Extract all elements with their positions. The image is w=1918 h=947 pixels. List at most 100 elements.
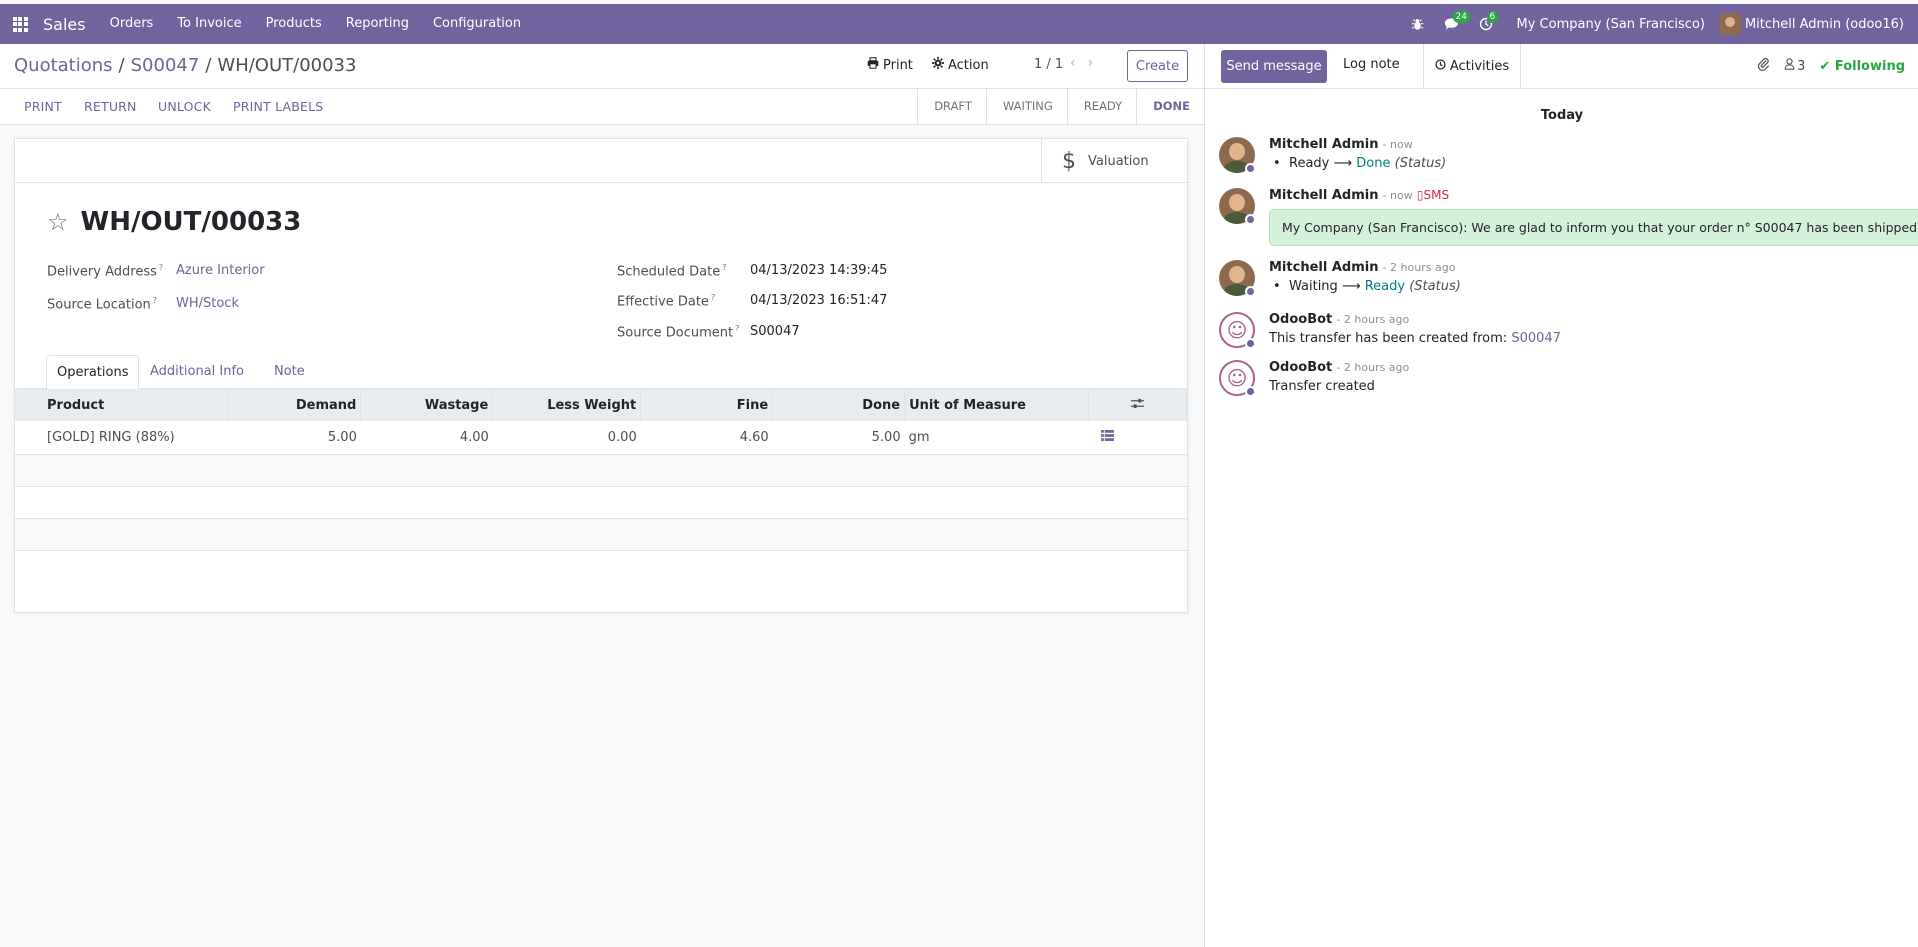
effective-date-label: Effective Date? bbox=[617, 293, 716, 310]
user-avatar bbox=[1718, 13, 1741, 35]
old-value: Ready bbox=[1289, 156, 1330, 171]
status-step-ready[interactable]: READY bbox=[1066, 89, 1137, 124]
delivery-address-value[interactable]: Azure Interior bbox=[176, 263, 265, 278]
delivery-address-field: Delivery Address? Azure Interior bbox=[47, 263, 265, 279]
message-time: - now bbox=[1382, 138, 1413, 151]
activities-label: Activities bbox=[1449, 58, 1510, 74]
source-document-label: Source Document? bbox=[617, 324, 740, 341]
activities-button[interactable]: Activities bbox=[1423, 44, 1521, 88]
cell-done: 5.00 bbox=[772, 421, 905, 455]
notebook-tabs: Operations Additional Info Note bbox=[15, 355, 1187, 390]
debug-bug-icon[interactable] bbox=[1401, 4, 1435, 44]
menu-orders[interactable]: Orders bbox=[98, 4, 166, 44]
print-menu-button[interactable]: Print bbox=[867, 57, 913, 73]
tracking-value: Waiting ⟶ Ready (Status) bbox=[1269, 279, 1461, 294]
column-header-wastage[interactable]: Wastage bbox=[360, 389, 494, 421]
dollar-icon: $ bbox=[1062, 148, 1076, 174]
breadcrumb-quotations[interactable]: Quotations bbox=[14, 55, 113, 76]
unlock-button[interactable]: UNLOCK bbox=[158, 99, 211, 114]
company-switcher[interactable]: My Company (San Francisco) bbox=[1503, 17, 1719, 32]
activities-clock-icon[interactable]: 6 bbox=[1469, 4, 1503, 44]
scheduled-date-value: 04/13/2023 14:39:45 bbox=[750, 263, 888, 278]
mobile-icon: ▯ bbox=[1416, 188, 1424, 202]
status-step-waiting[interactable]: WAITING bbox=[985, 89, 1067, 124]
column-header-fine[interactable]: Fine bbox=[640, 389, 774, 421]
following-label: Following bbox=[1834, 58, 1905, 74]
breadcrumb-sale-order[interactable]: S00047 bbox=[131, 55, 200, 76]
chevron-left-icon[interactable]: ‹ bbox=[1070, 55, 1088, 71]
column-header-unit-of-measure[interactable]: Unit of Measure bbox=[904, 389, 1089, 421]
message-author[interactable]: Mitchell Admin bbox=[1269, 188, 1378, 203]
followers-button[interactable]: 3 bbox=[1784, 58, 1805, 74]
sliders-icon bbox=[1131, 398, 1144, 413]
scheduled-date-field: Scheduled Date? 04/13/2023 14:39:45 bbox=[617, 263, 887, 280]
following-button[interactable]: ✔ Following bbox=[1819, 59, 1905, 74]
cell-wastage: 4.00 bbox=[360, 421, 493, 455]
create-button[interactable]: Create bbox=[1127, 50, 1188, 82]
app-name[interactable]: Sales bbox=[43, 15, 86, 34]
new-value: Ready bbox=[1364, 279, 1406, 294]
tab-additional-info[interactable]: Additional Info bbox=[140, 355, 254, 389]
pager-arrows: ‹› bbox=[1070, 55, 1105, 71]
print-labels-button[interactable]: PRINT LABELS bbox=[233, 99, 323, 114]
message-body: Transfer created bbox=[1269, 379, 1375, 394]
online-status-icon bbox=[1245, 163, 1256, 174]
valuation-label: Valuation bbox=[1088, 153, 1149, 169]
status-step-draft[interactable]: DRAFT bbox=[917, 89, 986, 124]
column-header-done[interactable]: Done bbox=[772, 389, 906, 421]
detailed-operations-button[interactable] bbox=[1088, 421, 1187, 455]
status-step-done[interactable]: DONE bbox=[1136, 89, 1204, 124]
message-author[interactable]: Mitchell Admin bbox=[1269, 260, 1378, 275]
print-label: Print bbox=[883, 57, 913, 73]
sms-message-bubble: My Company (San Francisco): We are glad … bbox=[1269, 209, 1918, 246]
tab-note[interactable]: Note bbox=[264, 355, 315, 389]
action-menu-button[interactable]: Action bbox=[932, 57, 989, 73]
source-document-field: Source Document? S00047 bbox=[617, 324, 800, 341]
chatter-topbar-right: 3 ✔ Following bbox=[1757, 57, 1905, 75]
message-body: This transfer has been created from: S00… bbox=[1269, 331, 1561, 346]
chatter-topbar: Send message Log note Activities 3 ✔ Fol… bbox=[1205, 44, 1918, 89]
apps-grid-icon bbox=[12, 16, 28, 32]
column-header-product[interactable]: Product bbox=[15, 389, 229, 421]
chevron-right-icon[interactable]: › bbox=[1088, 55, 1106, 71]
column-header-demand[interactable]: Demand bbox=[227, 389, 362, 421]
return-button[interactable]: RETURN bbox=[84, 99, 137, 114]
optional-columns-toggle[interactable] bbox=[1088, 389, 1187, 421]
table-row[interactable]: [GOLD] RING (88%) 5.00 4.00 0.00 4.60 5.… bbox=[15, 421, 1187, 455]
column-header-less-weight[interactable]: Less Weight bbox=[492, 389, 642, 421]
tab-operations[interactable]: Operations bbox=[46, 355, 140, 390]
message-author[interactable]: OdooBot bbox=[1269, 312, 1332, 327]
print-button[interactable]: PRINT bbox=[24, 99, 62, 114]
menu-to-invoice[interactable]: To Invoice bbox=[165, 4, 253, 44]
menu-products[interactable]: Products bbox=[254, 4, 334, 44]
top-navbar: Sales Orders To Invoice Products Reporti… bbox=[0, 4, 1918, 44]
online-status-icon bbox=[1245, 214, 1256, 225]
empty-row bbox=[15, 518, 1187, 551]
breadcrumb-current: WH/OUT/00033 bbox=[217, 55, 357, 76]
message-author[interactable]: OdooBot bbox=[1269, 360, 1332, 375]
cell-product: [GOLD] RING (88%) bbox=[15, 421, 228, 455]
paperclip-icon[interactable] bbox=[1757, 57, 1770, 75]
log-note-button[interactable]: Log note bbox=[1343, 57, 1400, 72]
apps-menu-button[interactable] bbox=[0, 4, 40, 44]
user-name: Mitchell Admin (odoo16) bbox=[1744, 16, 1904, 32]
effective-date-field: Effective Date? 04/13/2023 16:51:47 bbox=[617, 293, 887, 310]
scheduled-date-label: Scheduled Date? bbox=[617, 263, 727, 280]
valuation-button[interactable]: $ Valuation bbox=[1041, 139, 1187, 183]
new-value: Done bbox=[1356, 156, 1391, 171]
empty-row bbox=[15, 454, 1187, 487]
menu-reporting[interactable]: Reporting bbox=[334, 4, 421, 44]
source-location-value[interactable]: WH/Stock bbox=[176, 296, 239, 311]
cell-less-weight: 0.00 bbox=[492, 421, 641, 455]
source-order-link[interactable]: S00047 bbox=[1511, 331, 1561, 346]
source-document-value: S00047 bbox=[750, 324, 800, 339]
menu-configuration[interactable]: Configuration bbox=[421, 4, 533, 44]
messages-icon[interactable]: 24 bbox=[1435, 4, 1470, 44]
pager-value[interactable]: 1 / 1 bbox=[1034, 57, 1063, 72]
status-steps: DRAFT WAITING READY DONE bbox=[917, 89, 1204, 124]
user-menu[interactable]: Mitchell Admin (odoo16) bbox=[1718, 13, 1918, 35]
message-author[interactable]: Mitchell Admin bbox=[1269, 137, 1378, 152]
send-message-button[interactable]: Send message bbox=[1221, 50, 1327, 83]
clock-icon bbox=[1435, 58, 1446, 74]
star-icon[interactable]: ☆ bbox=[47, 208, 69, 236]
